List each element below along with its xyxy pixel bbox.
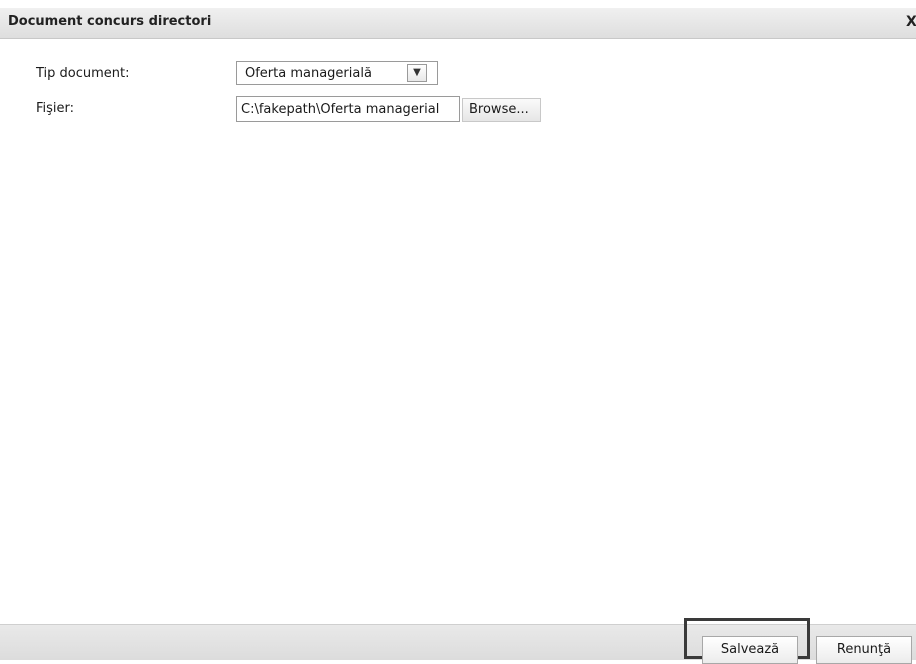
tip-document-label: Tip document: xyxy=(36,66,130,81)
file-path-value: C:\fakepath\Oferta managerial xyxy=(241,102,440,117)
cancel-button[interactable]: Renunţă xyxy=(816,636,912,664)
document-dialog: Document concurs directori X Tip documen… xyxy=(0,0,916,664)
chevron-down-icon[interactable]: ▼ xyxy=(407,64,427,82)
fisier-label: Fişier: xyxy=(36,101,75,116)
close-icon[interactable]: X xyxy=(906,14,916,32)
tip-document-value: Oferta managerială xyxy=(245,66,372,81)
file-path-input[interactable]: C:\fakepath\Oferta managerial xyxy=(236,96,460,122)
save-button[interactable]: Salvează xyxy=(702,636,798,664)
dialog-titlebar[interactable]: Document concurs directori X xyxy=(0,8,916,39)
browse-button[interactable]: Browse... xyxy=(462,98,541,122)
dialog-title: Document concurs directori xyxy=(8,14,212,29)
tip-document-select[interactable]: Oferta managerială ▼ xyxy=(236,61,438,85)
